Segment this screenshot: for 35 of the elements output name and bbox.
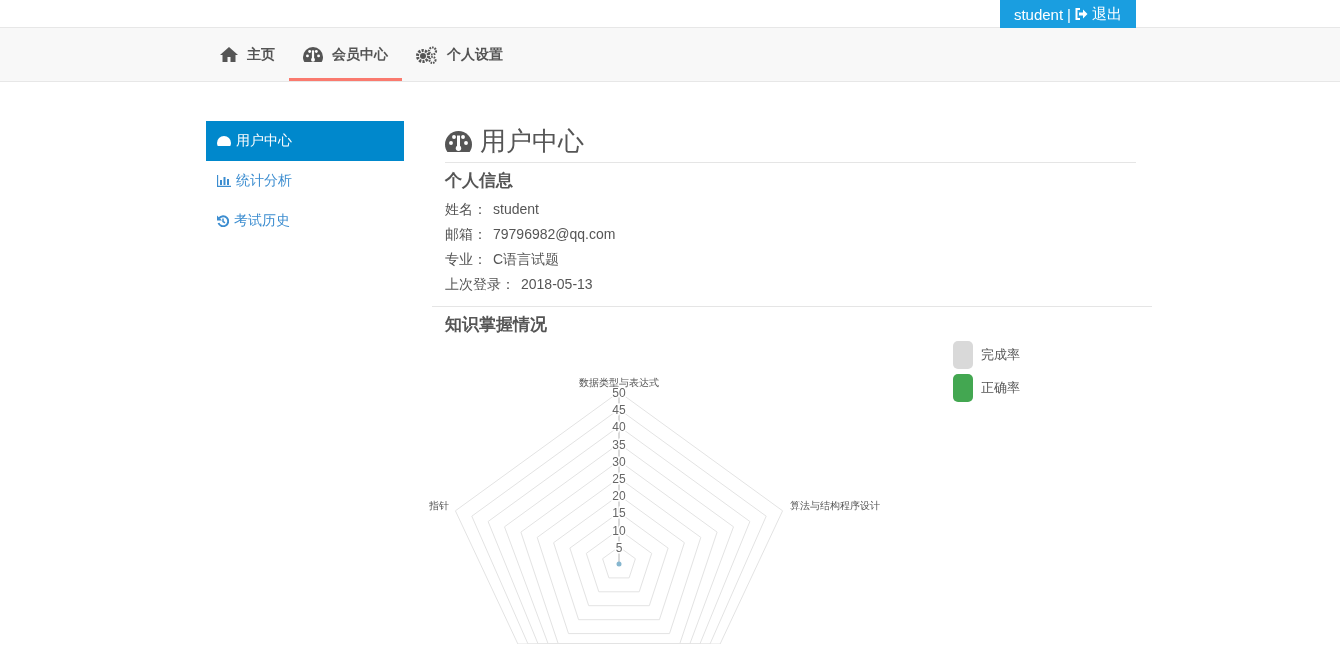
profile-field: 专业： C语言试题 <box>445 247 1136 272</box>
axis-tick-label: 40 <box>612 420 626 435</box>
nav-tab[interactable]: 会员中心 <box>289 28 402 81</box>
sidebar-item[interactable]: 考试历史 <box>206 201 404 241</box>
profile-field: 姓名： student <box>445 197 1136 222</box>
axis-tick-label: 25 <box>612 472 626 486</box>
sign-out-icon <box>1075 8 1088 20</box>
radar-axis-label: 数据类型与表达式 <box>579 377 659 388</box>
nav-tab[interactable]: 主页 <box>206 28 289 81</box>
profile-field: 邮箱： 79796982@qq.com <box>445 222 1136 247</box>
radar-axis-label: 算法与结构程序设计 <box>789 499 880 511</box>
history-icon <box>217 215 229 227</box>
axis-tick-label: 35 <box>612 437 626 452</box>
axis-tick-label: 10 <box>612 523 626 538</box>
axis-tick-label: 15 <box>612 506 626 521</box>
legend-label: 完成率 <box>981 346 1020 364</box>
home-icon <box>220 47 238 62</box>
page-title: 用户中心 <box>480 125 584 158</box>
gears-icon <box>416 45 438 64</box>
axis-tick-label: 5 <box>615 540 623 555</box>
sidebar-item[interactable]: 统计分析 <box>206 161 404 201</box>
axis-tick-label: 50 <box>612 386 626 400</box>
bar-chart-icon <box>217 175 231 187</box>
radar-axis-label: 指针 <box>429 499 450 511</box>
section-title: 知识掌握情况 <box>445 314 548 336</box>
axis-tick-label: 20 <box>612 489 626 504</box>
nav-tab[interactable]: 个人设置 <box>402 28 517 81</box>
axis-tick-label: 30 <box>612 454 626 469</box>
section-title: 个人信息 <box>445 170 514 192</box>
axis-tick-label: 45 <box>612 403 626 418</box>
legend-label: 正确率 <box>981 379 1020 397</box>
sidebar-item[interactable]: 用户中心 <box>206 121 404 161</box>
data-point <box>616 561 622 567</box>
logout-button[interactable]: student | 退出 <box>999 0 1136 28</box>
profile-field: 上次登录： 2018-05-13 <box>445 272 1136 297</box>
